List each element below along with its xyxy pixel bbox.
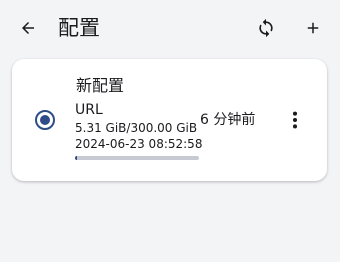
profile-expire-time: 2024-06-23 08:52:58 — [75, 137, 203, 151]
usage-progress-fill — [75, 156, 78, 160]
usage-progress-bar — [75, 156, 199, 160]
profile-more-button[interactable] — [283, 108, 307, 132]
back-button[interactable] — [16, 16, 40, 40]
profile-updated-time: 6 分钟前 — [200, 112, 256, 128]
page-title: 配置 — [58, 16, 100, 40]
sync-icon — [259, 18, 273, 38]
profile-select-radio[interactable] — [34, 109, 56, 131]
profile-group-card: 新配置 URL 5.31 GiB/300.00 GiB 2024-06-23 0… — [12, 59, 327, 181]
profile-name[interactable]: URL — [75, 101, 103, 119]
arrow-left-icon — [22, 22, 34, 34]
add-profile-button[interactable] — [301, 16, 325, 40]
plus-icon — [307, 22, 319, 34]
profile-group-title: 新配置 — [76, 76, 125, 95]
profile-usage: 5.31 GiB/300.00 GiB — [75, 121, 198, 135]
top-app-bar: 配置 — [0, 0, 340, 56]
refresh-button[interactable] — [254, 16, 278, 40]
radio-selected-icon — [35, 110, 55, 130]
more-vertical-icon — [292, 111, 298, 129]
